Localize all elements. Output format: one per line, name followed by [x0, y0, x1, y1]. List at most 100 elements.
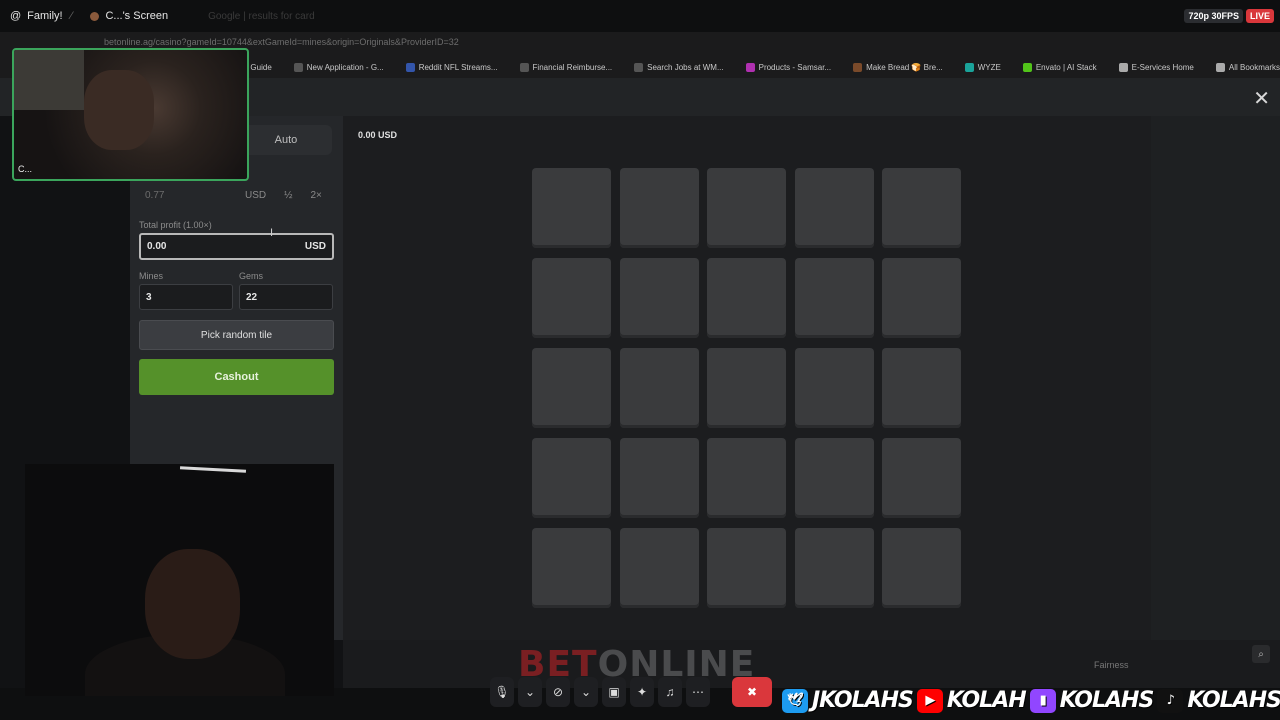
- social-handles: 🕊 JKOLAHS ▶ KOLAH ▮ KOLAHS ♪ KOLAHS: [782, 688, 1280, 713]
- mine-tile[interactable]: [882, 168, 961, 248]
- mine-tile[interactable]: [532, 528, 611, 608]
- right-sidebar: [1151, 116, 1280, 640]
- chevron-down-icon[interactable]: ⌄: [518, 677, 542, 707]
- social-handle: KOLAHS: [1187, 688, 1280, 713]
- mine-tile[interactable]: [707, 438, 786, 518]
- bookmark-item[interactable]: Reddit NFL Streams...: [405, 62, 498, 72]
- social-handle: JKOLAHS: [812, 688, 914, 713]
- profit-value: 0.00: [147, 241, 167, 252]
- bookmark-label: WYZE: [977, 62, 1001, 72]
- close-icon[interactable]: ✕: [1253, 86, 1270, 111]
- mine-tile[interactable]: [707, 168, 786, 248]
- mine-tile[interactable]: [619, 258, 699, 338]
- webcam-bottom: [25, 464, 334, 696]
- mine-tile[interactable]: [882, 258, 961, 338]
- camera-off-icon[interactable]: ⊘: [546, 677, 570, 707]
- bookmark-item[interactable]: E-Services Home: [1118, 62, 1194, 72]
- profit-field[interactable]: 0.00 USD: [139, 233, 334, 260]
- mine-tile[interactable]: [619, 348, 699, 428]
- bookmark-label: Financial Reimburse...: [532, 62, 613, 72]
- bookmark-label: Products - Samsar...: [758, 62, 832, 72]
- live-badge: LIVE: [1245, 9, 1274, 23]
- mine-tile[interactable]: [619, 438, 699, 518]
- webcam-user-name: C...: [18, 164, 33, 174]
- social-handle: KOLAH: [946, 688, 1027, 713]
- mine-tile[interactable]: [794, 528, 874, 608]
- bookmark-item[interactable]: Search Jobs at WM...: [634, 62, 724, 72]
- mine-tile[interactable]: [882, 438, 961, 518]
- bookmark-favicon-icon: [1215, 62, 1225, 72]
- mines-grid: [532, 168, 961, 608]
- game-footer: [343, 640, 1280, 688]
- half-bet-button[interactable]: ½: [284, 190, 292, 201]
- twitch-icon: ▮: [1029, 688, 1056, 713]
- zoom-icon[interactable]: ⌕: [1252, 645, 1270, 663]
- bookmark-favicon-icon: [405, 62, 415, 72]
- mine-tile[interactable]: [882, 528, 961, 608]
- bookmark-item[interactable]: WYZE: [964, 62, 1001, 72]
- mine-tile[interactable]: [532, 258, 611, 338]
- channel-breadcrumb[interactable]: C...'s Screen: [90, 10, 168, 22]
- youtube-icon: ▶: [916, 688, 943, 713]
- bookmark-item[interactable]: Products - Samsar...: [745, 62, 832, 72]
- mine-tile[interactable]: [794, 348, 874, 428]
- address-bar[interactable]: betonline.ag/casino?gameId=10744&extGame…: [104, 37, 459, 47]
- bookmark-favicon-icon: [519, 62, 529, 72]
- bookmark-item[interactable]: Make Bread 🍞 Bre...: [853, 62, 943, 72]
- balance-display: 0.00 USD: [358, 130, 398, 140]
- more-icon[interactable]: ⋯: [686, 677, 710, 707]
- mine-tile[interactable]: [532, 168, 611, 248]
- browser-tab-faded: Google | results for card: [208, 10, 315, 22]
- double-bet-button[interactable]: 2×: [310, 190, 321, 201]
- bookmark-label: Reddit NFL Streams...: [418, 62, 498, 72]
- bookmark-favicon-icon: [634, 62, 644, 72]
- at-icon: @: [10, 10, 22, 22]
- mine-tile[interactable]: [707, 528, 786, 608]
- mine-tile[interactable]: [532, 348, 611, 428]
- pick-random-tile-button[interactable]: Pick random tile: [139, 320, 334, 350]
- stream-badges: 720p 30FPS LIVE: [1184, 9, 1274, 23]
- mine-tile[interactable]: [707, 258, 786, 338]
- soundboard-icon[interactable]: ♫: [658, 677, 682, 707]
- bookmark-favicon-icon: [1118, 62, 1128, 72]
- mine-tile[interactable]: [882, 348, 961, 428]
- separator-icon: ⁄: [70, 10, 73, 22]
- bet-currency: USD: [245, 189, 267, 201]
- bookmark-favicon-icon: [293, 62, 303, 72]
- fairness-link[interactable]: Fairness: [1094, 660, 1129, 670]
- mine-tile[interactable]: [532, 438, 611, 518]
- mine-tile[interactable]: [794, 168, 874, 248]
- mines-select[interactable]: 3: [139, 284, 233, 310]
- gems-label: Gems: [239, 271, 264, 281]
- bookmark-label: New Application - G...: [306, 62, 384, 72]
- bookmark-item[interactable]: Envato | AI Stack: [1022, 62, 1097, 72]
- bookmark-item[interactable]: New Application - G...: [293, 62, 384, 72]
- server-breadcrumb[interactable]: @ Family!: [10, 10, 63, 22]
- server-name: Family!: [27, 10, 63, 22]
- tab-auto[interactable]: Auto: [240, 125, 332, 155]
- mine-tile[interactable]: [619, 168, 699, 248]
- stop-stream-icon[interactable]: ✖: [732, 677, 772, 707]
- cashout-button[interactable]: Cashout: [139, 359, 334, 395]
- screen-share-icon[interactable]: ▣: [602, 677, 626, 707]
- activities-icon[interactable]: ✦: [630, 677, 654, 707]
- chevron-down-icon[interactable]: ⌄: [574, 677, 598, 707]
- bookmark-favicon-icon: [1022, 62, 1032, 72]
- bookmark-label: Search Jobs at WM...: [647, 62, 724, 72]
- bet-amount-input[interactable]: 0.77: [145, 190, 245, 201]
- bookmark-item[interactable]: Financial Reimburse...: [519, 62, 613, 72]
- mine-tile[interactable]: [619, 528, 699, 608]
- mine-tile[interactable]: [707, 348, 786, 428]
- mine-tile[interactable]: [794, 438, 874, 518]
- bookmark-label: Make Bread 🍞 Bre...: [866, 62, 943, 72]
- bookmark-favicon-icon: [853, 62, 863, 72]
- bookmark-item[interactable]: All Bookmarks: [1215, 62, 1280, 72]
- profit-currency: USD: [304, 241, 326, 252]
- quality-badge: 720p 30FPS: [1184, 9, 1243, 23]
- text-cursor-icon: I: [270, 227, 274, 239]
- mine-tile[interactable]: [794, 258, 874, 338]
- microphone-icon[interactable]: 🎙: [490, 677, 514, 707]
- mines-label: Mines: [139, 271, 164, 281]
- gems-field: 22: [239, 284, 333, 310]
- bookmark-label: E-Services Home: [1131, 62, 1194, 72]
